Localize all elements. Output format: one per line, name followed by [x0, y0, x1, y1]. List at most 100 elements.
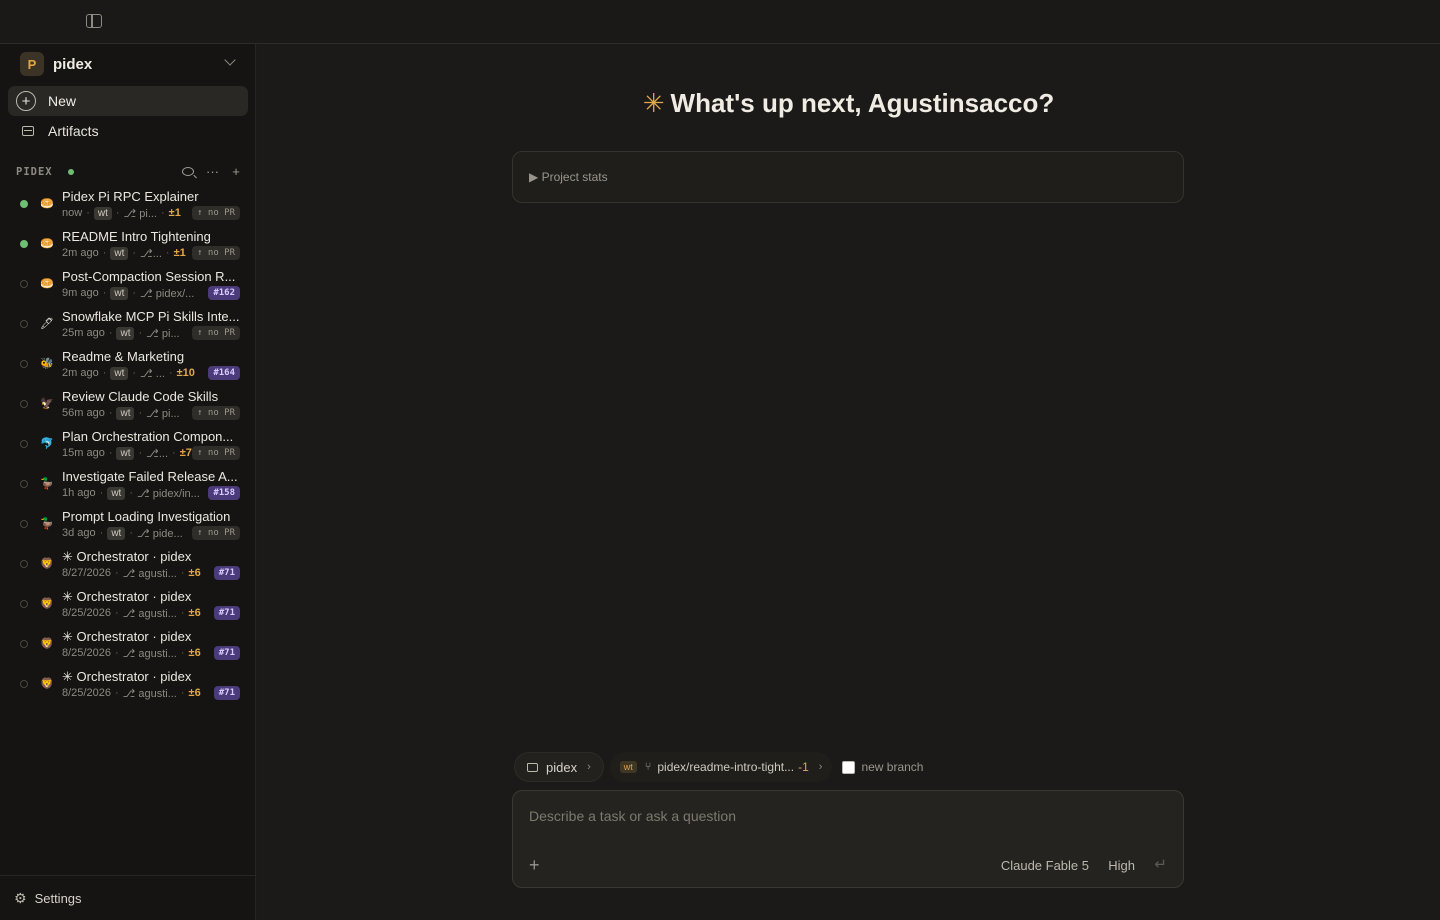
worktree-badge: wt	[110, 366, 129, 380]
branch-chip[interactable]: wt ⑂ pidex/readme-intro-tight... -1 ›	[609, 752, 833, 782]
thread-branch: ⎇ agusti...	[122, 687, 177, 700]
sidebar-toggle-icon[interactable]	[86, 14, 102, 28]
thread-status-dot	[20, 560, 28, 568]
thread-item[interactable]: 🦁 ✳ Orchestrator · pidex 8/25/2026 · ⎇ agust…	[0, 666, 256, 706]
thread-agent-icon: 🦆	[40, 478, 54, 490]
search-threads-button[interactable]	[182, 164, 194, 179]
thread-agent-icon: 🥯	[40, 238, 54, 250]
thread-title: Readme & Marketing	[62, 349, 185, 364]
thread-item[interactable]: 🦁 ✳ Orchestrator · pidex 8/25/2026 · ⎇ agust…	[0, 586, 256, 626]
thread-agent-icon: 🦆	[40, 518, 54, 530]
thread-title: Snowflake MCP Pi Skills Inte...	[62, 309, 240, 324]
settings-button[interactable]: ⚙ Settings	[0, 875, 256, 920]
thread-meta: 56m ago · wt · ⎇ pi... ↑ no PR	[62, 406, 242, 420]
folder-chip[interactable]: pidex ›	[514, 752, 604, 782]
search-icon	[182, 167, 194, 176]
project-stats-label: ▶ Project stats	[529, 170, 608, 184]
thread-item[interactable]: 🥯 README Intro Tightening 2m ago · wt · ⎇... · ±…	[0, 226, 256, 266]
top-bar	[0, 0, 1440, 44]
new-branch-toggle[interactable]: new branch	[842, 760, 923, 774]
worktree-badge: wt	[116, 406, 135, 420]
thread-meta: 8/25/2026 · ⎇ agusti... · ±6 #71	[62, 646, 242, 660]
pr-badge[interactable]: ↑ no PR	[192, 526, 240, 540]
pr-badge[interactable]: #71	[213, 566, 240, 580]
thread-time: 2m ago	[62, 367, 99, 379]
pr-badge[interactable]: ↑ no PR	[192, 446, 240, 460]
chevron-right-icon: ›	[587, 761, 591, 773]
pr-badge[interactable]: #162	[208, 286, 240, 300]
pr-badge[interactable]: #164	[208, 366, 240, 380]
thread-title: ✳ Orchestrator · pidex	[62, 589, 192, 604]
thread-meta: 8/25/2026 · ⎇ agusti... · ±6 #71	[62, 606, 242, 620]
pr-badge[interactable]: #71	[213, 646, 240, 660]
thread-item[interactable]: 🦁 ✳ Orchestrator · pidex 8/27/2026 · ⎇ agust…	[0, 546, 256, 586]
thread-time: 3d ago	[62, 527, 96, 539]
pr-badge[interactable]: ↑ no PR	[192, 326, 240, 340]
thread-branch: ⎇ pi...	[123, 207, 157, 220]
thread-title: Post-Compaction Session R...	[62, 269, 236, 284]
chevron-right-icon: ›	[818, 761, 823, 773]
thread-time: 15m ago	[62, 447, 105, 459]
thread-diff: ±6	[188, 607, 201, 619]
pr-badge[interactable]: ↑ no PR	[192, 206, 240, 220]
thread-diff: ±6	[188, 567, 201, 579]
attach-plus-icon[interactable]: +	[529, 855, 540, 876]
sparkle-icon: ✳	[642, 88, 665, 118]
thread-item[interactable]: 🥯 Pidex Pi RPC Explainer now · wt · ⎇ pi... · ±1…	[0, 186, 256, 226]
thread-time: 1h ago	[62, 487, 96, 499]
thread-item[interactable]: 🦁 ✳ Orchestrator · pidex 8/25/2026 · ⎇ agust…	[0, 626, 256, 666]
pr-badge[interactable]: #71	[213, 606, 240, 620]
composer[interactable]: Describe a task or ask a question + Clau…	[512, 790, 1184, 888]
project-avatar: P	[20, 52, 44, 76]
new-thread-button[interactable]: + New	[8, 86, 248, 116]
add-thread-icon[interactable]: +	[230, 164, 242, 179]
main-panel: ✳ What's up next, Agustinsacco? ▶ Project…	[257, 44, 1440, 920]
task-input[interactable]: Describe a task or ask a question	[529, 808, 736, 824]
pr-badge[interactable]: #71	[213, 686, 240, 700]
pr-badge[interactable]: ↑ no PR	[192, 246, 240, 260]
thread-meta: now · wt · ⎇ pi... · ±1 ↑ no PR	[62, 206, 242, 220]
branch-name: pidex/readme-intro-tight...	[657, 760, 795, 774]
thread-item[interactable]: 🖊 Snowflake MCP Pi Skills Inte... 25m ago ·…	[0, 306, 256, 346]
thread-time: 2m ago	[62, 247, 99, 259]
gear-icon: ⚙	[14, 889, 27, 906]
effort-selector[interactable]: High	[1108, 858, 1135, 873]
thread-status-dot	[20, 320, 28, 328]
thread-agent-icon: 🐝	[40, 358, 54, 370]
thread-agent-icon: 🐬	[40, 438, 54, 450]
thread-diff: ±6	[188, 647, 201, 659]
branch-diff: -1	[798, 760, 809, 774]
project-stats-disclosure[interactable]: ▶ Project stats	[512, 151, 1184, 203]
thread-time: 56m ago	[62, 407, 105, 419]
thread-agent-icon: 🦁	[40, 598, 54, 610]
section-title: PIDEX	[16, 166, 53, 178]
thread-status-dot	[20, 680, 28, 688]
thread-item[interactable]: 🦆 Prompt Loading Investigation 3d ago · wt · ⎇…	[0, 506, 256, 546]
thread-item[interactable]: 🐝 Readme & Marketing 2m ago · wt · ⎇ ... · ±10 #1…	[0, 346, 256, 386]
send-return-icon[interactable]: ↵	[1154, 855, 1167, 873]
thread-title: Investigate Failed Release A...	[62, 469, 238, 484]
thread-item[interactable]: 🦆 Investigate Failed Release A... 1h ago · w…	[0, 466, 256, 506]
worktree-badge: wt	[619, 761, 637, 773]
thread-diff: ±6	[188, 687, 201, 699]
thread-agent-icon: 🥯	[40, 278, 54, 290]
artifacts-label: Artifacts	[48, 123, 99, 139]
more-options-icon[interactable]: ···	[206, 164, 219, 179]
thread-time: 25m ago	[62, 327, 105, 339]
new-branch-checkbox[interactable]	[842, 760, 856, 774]
thread-item[interactable]: 🦅 Review Claude Code Skills 56m ago · wt · ⎇ p…	[0, 386, 256, 426]
thread-title: Review Claude Code Skills	[62, 389, 219, 404]
artifacts-nav-item[interactable]: Artifacts	[8, 117, 248, 145]
thread-status-dot	[20, 440, 28, 448]
project-switcher[interactable]: P pidex	[20, 52, 240, 76]
thread-item[interactable]: 🐬 Plan Orchestration Compon... 15m ago · wt ·…	[0, 426, 256, 466]
thread-branch: ⎇ pide...	[137, 527, 183, 540]
worktree-badge: wt	[93, 206, 112, 220]
thread-item[interactable]: 🥯 Post-Compaction Session R... 9m ago · wt · ⎇…	[0, 266, 256, 306]
thread-branch: ⎇ agusti...	[122, 567, 177, 580]
thread-branch: ⎇ pidex/...	[140, 287, 195, 300]
pr-badge[interactable]: ↑ no PR	[192, 406, 240, 420]
thread-meta: 8/27/2026 · ⎇ agusti... · ±6 #71	[62, 566, 242, 580]
pr-badge[interactable]: #158	[208, 486, 240, 500]
model-selector[interactable]: Claude Fable 5	[1001, 858, 1089, 873]
